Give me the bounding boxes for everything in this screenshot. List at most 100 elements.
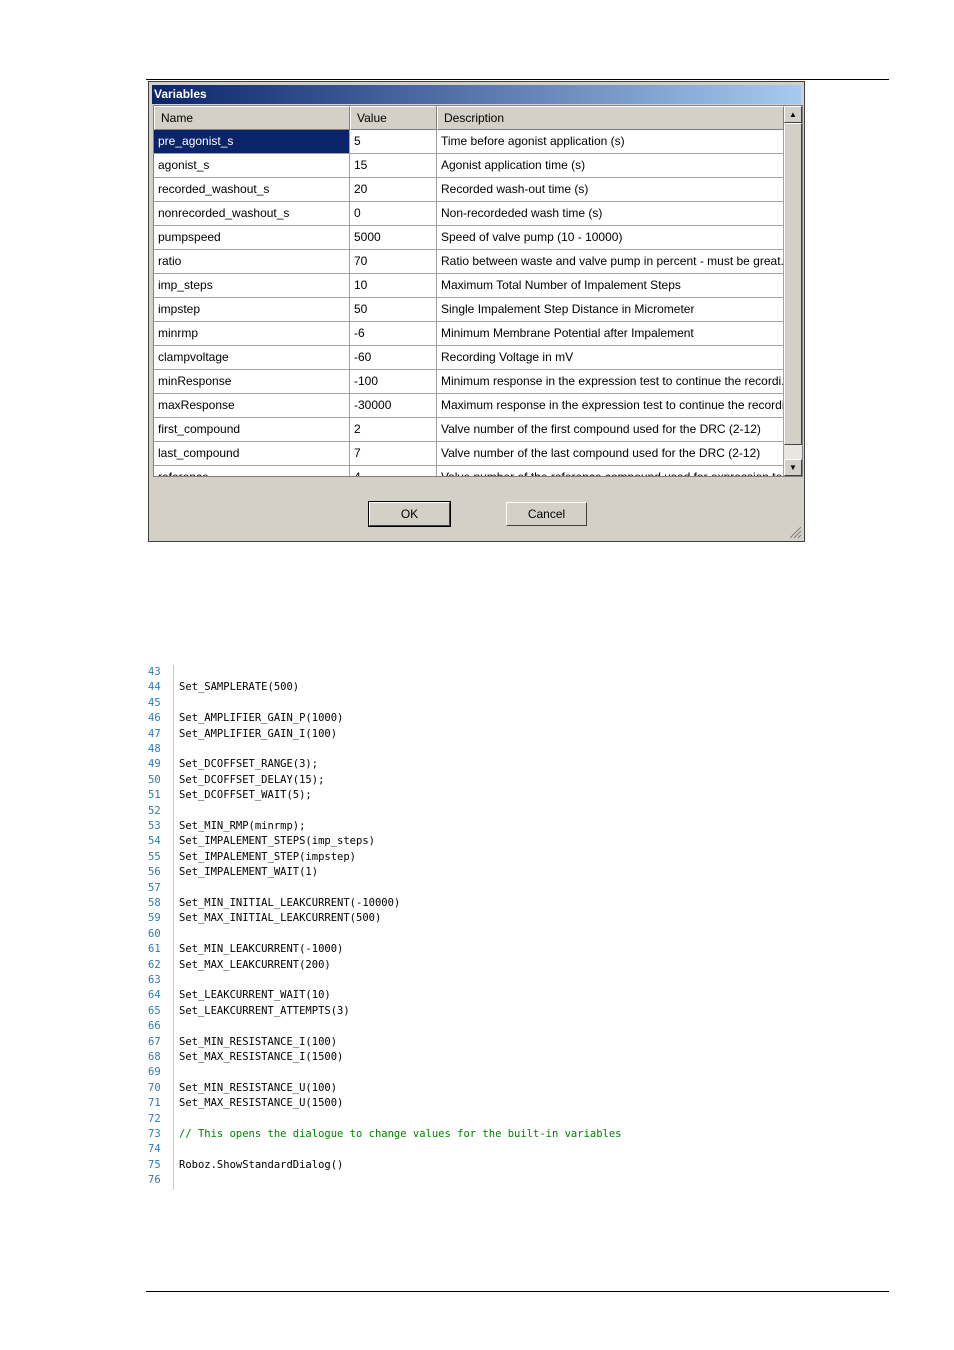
cell-description[interactable]: Recorded wash-out time (s) bbox=[437, 178, 784, 202]
code-line: 53 Set_MIN_RMP(minrmp); bbox=[148, 819, 848, 834]
cell-name[interactable]: nonrecorded_washout_s bbox=[154, 202, 350, 226]
code-line: 47 Set_AMPLIFIER_GAIN_I(100) bbox=[148, 727, 848, 742]
cell-description[interactable]: Minimum response in the expression test … bbox=[437, 370, 784, 394]
cell-description[interactable]: Maximum response in the expression test … bbox=[437, 394, 784, 418]
cell-description[interactable]: Time before agonist application (s) bbox=[437, 130, 784, 154]
code-text: Set_MAX_RESISTANCE_I(1500) bbox=[179, 1051, 344, 1063]
line-number: 62 bbox=[148, 958, 161, 971]
resize-grip-icon[interactable] bbox=[788, 525, 802, 539]
code-line: 69 bbox=[148, 1065, 848, 1080]
line-number: 53 bbox=[148, 820, 161, 832]
cell-name[interactable]: pumpspeed bbox=[154, 226, 350, 250]
cell-value[interactable]: 20 bbox=[350, 178, 437, 202]
table-row[interactable]: minrmp -6 Minimum Membrane Potential after… bbox=[154, 322, 784, 346]
cell-description[interactable]: Valve number of the last compound used f… bbox=[437, 442, 784, 466]
line-number: 72 bbox=[148, 1112, 161, 1125]
table-row[interactable]: agonist_s 15 Agonist application time (s) bbox=[154, 154, 784, 178]
cell-value[interactable]: -6 bbox=[350, 322, 437, 346]
cell-value[interactable]: -30000 bbox=[350, 394, 437, 418]
cell-name[interactable]: maxResponse bbox=[154, 394, 350, 418]
line-number: 64 bbox=[148, 989, 161, 1002]
vertical-scrollbar[interactable]: ▲ ▼ bbox=[784, 106, 802, 476]
code-line: 49 Set_DCOFFSET_RANGE(3); bbox=[148, 757, 848, 772]
code-comment: // This opens the dialogue to change val… bbox=[179, 1128, 622, 1140]
cell-value[interactable]: 0 bbox=[350, 202, 437, 226]
cell-description[interactable]: Recording Voltage in mV bbox=[437, 346, 784, 370]
cell-description[interactable]: Speed of valve pump (10 - 10000) bbox=[437, 226, 784, 250]
cell-name[interactable]: imp_steps bbox=[154, 274, 350, 298]
scrollbar-thumb[interactable] bbox=[784, 123, 802, 445]
code-text: Set_AMPLIFIER_GAIN_I(100) bbox=[179, 727, 338, 740]
cell-value[interactable]: 4 bbox=[350, 466, 437, 476]
cell-value[interactable]: -100 bbox=[350, 370, 437, 394]
cell-value[interactable]: 10 bbox=[350, 274, 437, 298]
arrow-up-icon[interactable]: ▲ bbox=[784, 106, 802, 123]
code-text: Set_DCOFFSET_DELAY(15); bbox=[179, 773, 325, 786]
cell-name[interactable]: last_compound bbox=[154, 442, 350, 466]
table-row[interactable]: clampvoltage -60 Recording Voltage in mV bbox=[154, 346, 784, 370]
cell-description[interactable]: Ratio between waste and valve pump in pe… bbox=[437, 250, 784, 274]
cell-name[interactable]: ratio bbox=[154, 250, 350, 274]
table-row[interactable]: pre_agonist_s 5 Time before agonist applic… bbox=[154, 130, 784, 154]
code-line: 59 Set_MAX_INITIAL_LEAKCURRENT(500) bbox=[148, 911, 848, 926]
code-text: Set_MIN_RMP(minrmp); bbox=[179, 820, 306, 832]
line-number: 54 bbox=[148, 835, 161, 848]
cell-value[interactable]: 70 bbox=[350, 250, 437, 274]
line-number: 73 bbox=[148, 1128, 161, 1140]
arrow-down-icon[interactable]: ▼ bbox=[784, 459, 802, 476]
code-line: 43 bbox=[148, 665, 848, 680]
table-row[interactable]: recorded_washout_s 20 Recorded wash-out ti… bbox=[154, 178, 784, 202]
cell-value[interactable]: -60 bbox=[350, 346, 437, 370]
cell-name[interactable]: first_compound bbox=[154, 418, 350, 442]
cell-value[interactable]: 50 bbox=[350, 298, 437, 322]
cell-description[interactable]: Maximum Total Number of Impalement Steps bbox=[437, 274, 784, 298]
column-header-name[interactable]: Name bbox=[154, 106, 350, 130]
code-line: 52 bbox=[148, 804, 848, 819]
code-text: Set_AMPLIFIER_GAIN_P(1000) bbox=[179, 712, 344, 725]
table-row[interactable]: impstep 50 Single Impalement Step Distance… bbox=[154, 298, 784, 322]
cell-value[interactable]: 15 bbox=[350, 154, 437, 178]
cell-name[interactable]: reference bbox=[154, 466, 350, 476]
cell-value[interactable]: 5 bbox=[350, 130, 437, 154]
ok-button[interactable]: OK bbox=[368, 501, 451, 527]
code-text: Set_MAX_RESISTANCE_U(1500) bbox=[179, 1097, 344, 1110]
cell-description[interactable]: Valve number of the first compound used … bbox=[437, 418, 784, 442]
cell-value[interactable]: 7 bbox=[350, 442, 437, 466]
table-row[interactable]: imp_steps 10 Maximum Total Number of Impal… bbox=[154, 274, 784, 298]
cell-description[interactable]: Non-recordeded wash time (s) bbox=[437, 202, 784, 226]
line-number: 45 bbox=[148, 696, 161, 709]
cell-name[interactable]: clampvoltage bbox=[154, 346, 350, 370]
cell-description[interactable]: Single Impalement Step Distance in Micro… bbox=[437, 298, 784, 322]
table-row[interactable]: reference 4 Valve number of the reference … bbox=[154, 466, 784, 476]
column-header-description[interactable]: Description bbox=[437, 106, 784, 130]
table-row[interactable]: maxResponse -30000 Maximum response in the… bbox=[154, 394, 784, 418]
cell-description[interactable]: Minimum Membrane Potential after Impalem… bbox=[437, 322, 784, 346]
code-text: Set_LEAKCURRENT_ATTEMPTS(3) bbox=[179, 1004, 350, 1017]
cell-description[interactable]: Valve number of the reference compound u… bbox=[437, 466, 784, 476]
code-line: 58 Set_MIN_INITIAL_LEAKCURRENT(-10000) bbox=[148, 896, 848, 911]
line-number: 67 bbox=[148, 1035, 161, 1048]
cell-name[interactable]: recorded_washout_s bbox=[154, 178, 350, 202]
code-line: 50 Set_DCOFFSET_DELAY(15); bbox=[148, 773, 848, 788]
column-header-value[interactable]: Value bbox=[350, 106, 437, 130]
cell-name[interactable]: minrmp bbox=[154, 322, 350, 346]
cell-description[interactable]: Agonist application time (s) bbox=[437, 154, 784, 178]
cancel-button[interactable]: Cancel bbox=[506, 502, 587, 526]
cell-name[interactable]: pre_agonist_s bbox=[154, 130, 350, 154]
table-row[interactable]: ratio 70 Ratio between waste and valve pum… bbox=[154, 250, 784, 274]
cell-value[interactable]: 5000 bbox=[350, 226, 437, 250]
dialog-title: Variables bbox=[152, 85, 801, 104]
cell-name[interactable]: agonist_s bbox=[154, 154, 350, 178]
code-line: 44 Set_SAMPLERATE(500) bbox=[148, 680, 848, 695]
table-row[interactable]: last_compound 7 Valve number of the last c… bbox=[154, 442, 784, 466]
table-row[interactable]: pumpspeed 5000 Speed of valve pump (10 - 1… bbox=[154, 226, 784, 250]
code-text: Set_MIN_LEAKCURRENT(-1000) bbox=[179, 943, 344, 956]
cell-value[interactable]: 2 bbox=[350, 418, 437, 442]
cell-name[interactable]: minResponse bbox=[154, 370, 350, 394]
cell-name[interactable]: impstep bbox=[154, 298, 350, 322]
code-line: 56 Set_IMPALEMENT_WAIT(1) bbox=[148, 865, 848, 880]
table-row[interactable]: nonrecorded_washout_s 0 Non-recordeded was… bbox=[154, 202, 784, 226]
table-row[interactable]: minResponse -100 Minimum response in the e… bbox=[154, 370, 784, 394]
table-row[interactable]: first_compound 2 Valve number of the first… bbox=[154, 418, 784, 442]
code-line: 65 Set_LEAKCURRENT_ATTEMPTS(3) bbox=[148, 1004, 848, 1019]
